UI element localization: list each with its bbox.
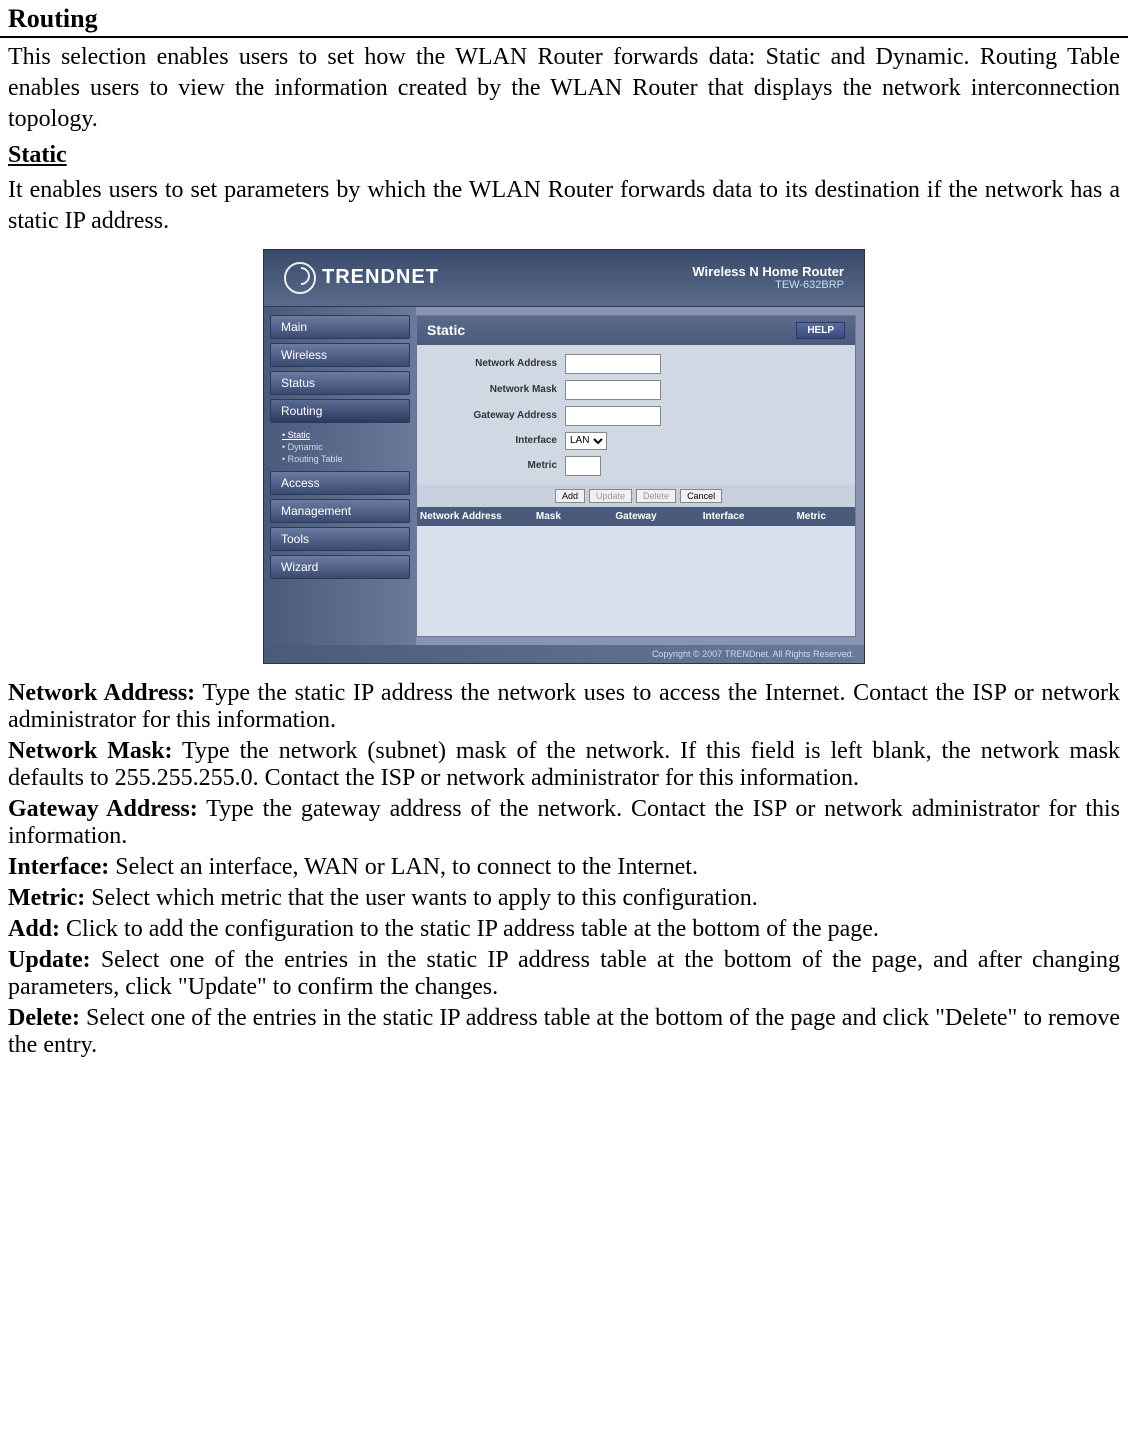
def-metric: Metric: Select which metric that the use… bbox=[8, 885, 1120, 912]
def-update: Update: Select one of the entries in the… bbox=[8, 947, 1120, 1001]
nav-wireless[interactable]: Wireless bbox=[270, 343, 410, 367]
routing-table-body bbox=[417, 526, 855, 636]
nav-main[interactable]: Main bbox=[270, 315, 410, 339]
def-network-mask: Network Mask: Type the network (subnet) … bbox=[8, 738, 1120, 792]
model-name: TEW-632BRP bbox=[692, 279, 844, 291]
def-add: Add: Click to add the configuration to t… bbox=[8, 916, 1120, 943]
label-interface: Interface bbox=[427, 435, 565, 446]
input-gateway-address[interactable] bbox=[565, 406, 661, 426]
select-interface[interactable]: LAN bbox=[565, 432, 607, 450]
subnav-dynamic[interactable]: Dynamic bbox=[282, 441, 410, 453]
intro-text: This selection enables users to set how … bbox=[0, 38, 1128, 140]
subnav-routing-table[interactable]: Routing Table bbox=[282, 453, 410, 465]
col-metric: Metric bbox=[767, 507, 855, 526]
def-gateway-address: Gateway Address: Type the gateway addres… bbox=[8, 796, 1120, 850]
nav-routing[interactable]: Routing bbox=[270, 399, 410, 423]
input-network-address[interactable] bbox=[565, 354, 661, 374]
static-heading: Static bbox=[0, 140, 1128, 171]
col-mask: Mask bbox=[505, 507, 593, 526]
routing-table-header: Network Address Mask Gateway Interface M… bbox=[417, 507, 855, 526]
label-network-mask: Network Mask bbox=[427, 384, 565, 395]
def-delete: Delete: Select one of the entries in the… bbox=[8, 1005, 1120, 1059]
nav-wizard[interactable]: Wizard bbox=[270, 555, 410, 579]
add-button[interactable]: Add bbox=[555, 489, 585, 503]
label-gateway-address: Gateway Address bbox=[427, 410, 565, 421]
col-gateway: Gateway bbox=[592, 507, 680, 526]
delete-button[interactable]: Delete bbox=[636, 489, 676, 503]
logo-section: TRENDNET bbox=[284, 262, 439, 294]
router-admin-panel: TRENDNET Wireless N Home Router TEW-632B… bbox=[263, 249, 865, 664]
nav-status[interactable]: Status bbox=[270, 371, 410, 395]
content-panel: Static HELP Network Address Network Mask… bbox=[416, 315, 856, 637]
col-interface: Interface bbox=[680, 507, 768, 526]
label-network-address: Network Address bbox=[427, 358, 565, 369]
label-metric: Metric bbox=[427, 460, 565, 471]
brand-text: TRENDNET bbox=[322, 266, 439, 289]
trendnet-logo-icon bbox=[284, 262, 316, 294]
update-button[interactable]: Update bbox=[589, 489, 632, 503]
def-interface: Interface: Select an interface, WAN or L… bbox=[8, 854, 1120, 881]
nav-tools[interactable]: Tools bbox=[270, 527, 410, 551]
def-network-address: Network Address: Type the static IP addr… bbox=[8, 680, 1120, 734]
product-name: Wireless N Home Router bbox=[692, 264, 844, 279]
nav-management[interactable]: Management bbox=[270, 499, 410, 523]
input-network-mask[interactable] bbox=[565, 380, 661, 400]
static-intro: It enables users to set parameters by wh… bbox=[0, 171, 1128, 241]
panel-title: Static bbox=[427, 322, 465, 338]
copyright-footer: Copyright © 2007 TRENDnet. All Rights Re… bbox=[264, 645, 864, 663]
input-metric[interactable] bbox=[565, 456, 601, 476]
nav-access[interactable]: Access bbox=[270, 471, 410, 495]
subnav-static[interactable]: Static bbox=[282, 429, 410, 441]
help-button[interactable]: HELP bbox=[796, 322, 845, 339]
sidebar-nav: Main Wireless Status Routing Static Dyna… bbox=[264, 307, 416, 645]
router-header: TRENDNET Wireless N Home Router TEW-632B… bbox=[264, 250, 864, 307]
cancel-button[interactable]: Cancel bbox=[680, 489, 722, 503]
page-title: Routing bbox=[0, 0, 1128, 38]
col-network-address: Network Address bbox=[417, 507, 505, 526]
